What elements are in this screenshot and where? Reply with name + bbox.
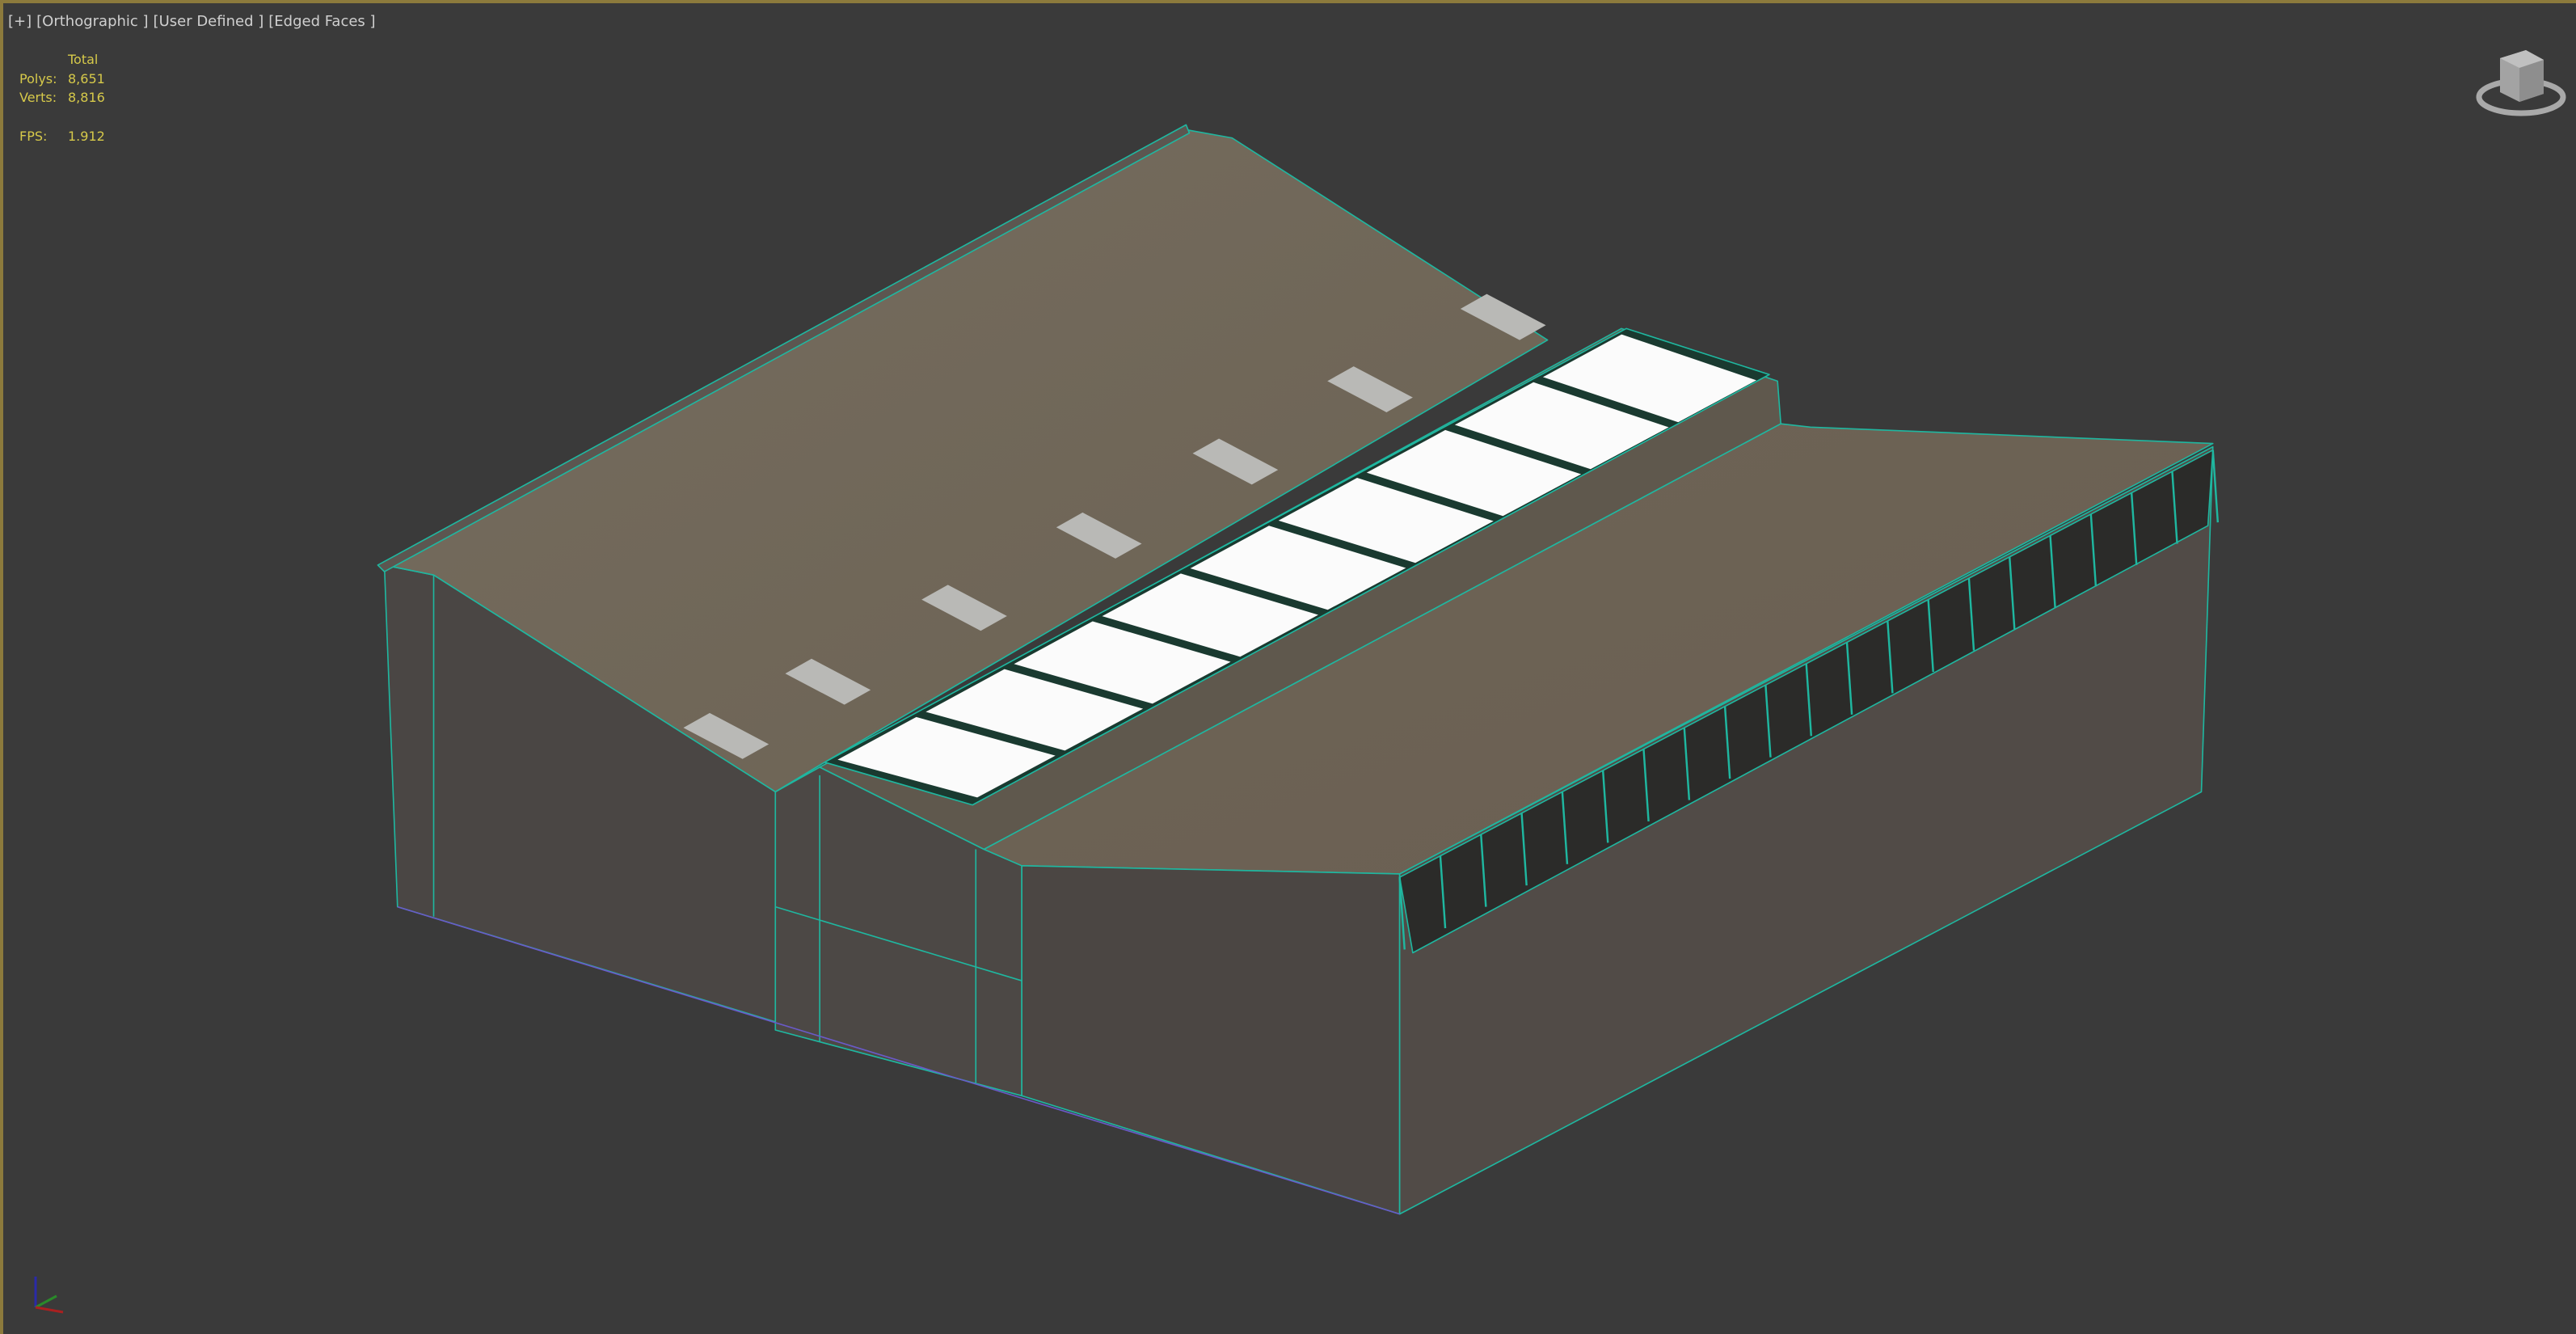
building-model[interactable] — [3, 3, 2576, 1334]
window-mullion — [2211, 450, 2220, 523]
right-front-wall — [1021, 864, 1401, 1215]
viewport-orthographic[interactable]: [+] [Orthographic ] [User Defined ] [Edged … — [0, 0, 2576, 1334]
axis-tripod-icon — [34, 1277, 64, 1314]
viewcube-icon[interactable] — [2473, 44, 2570, 120]
